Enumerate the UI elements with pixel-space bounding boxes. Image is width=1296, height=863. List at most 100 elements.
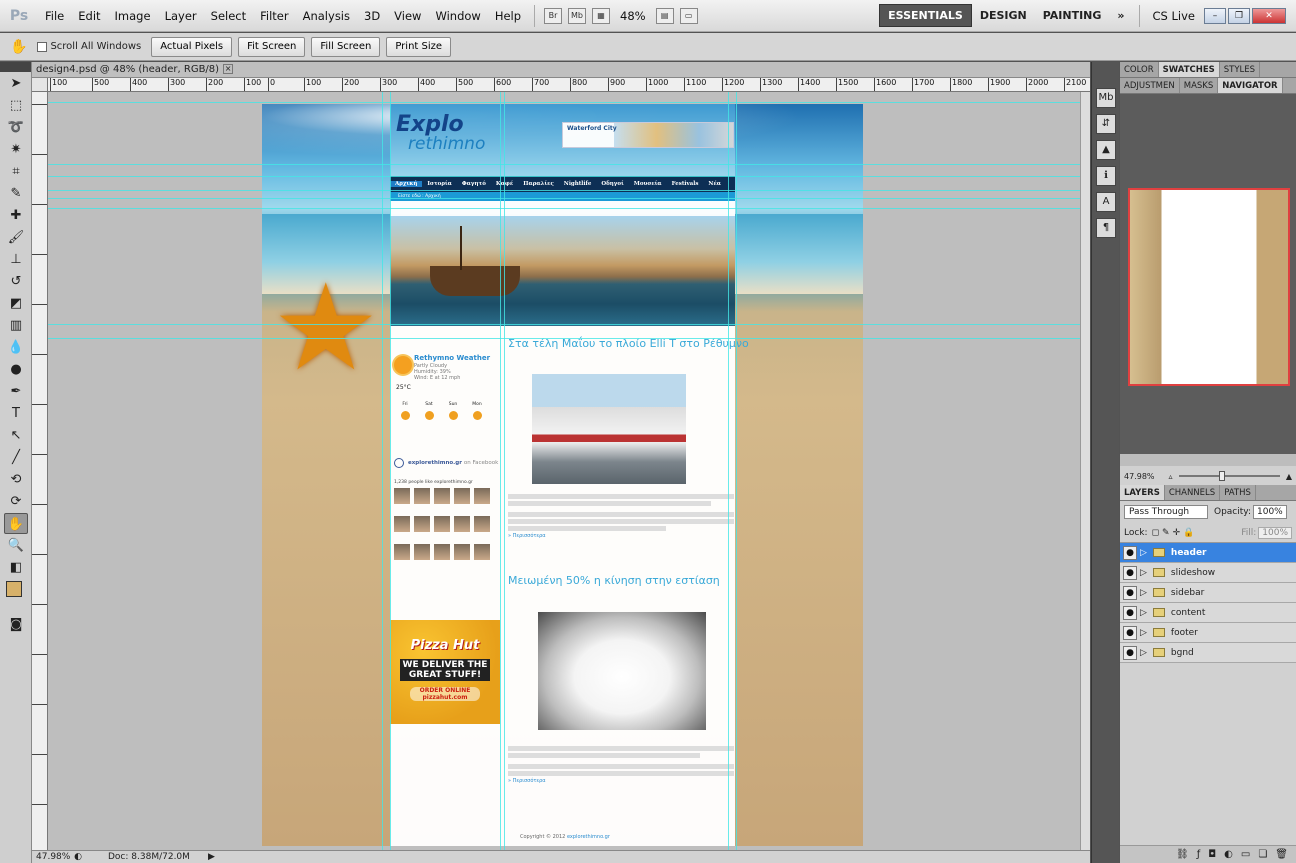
guide-line[interactable] bbox=[48, 190, 1090, 191]
guide-line[interactable] bbox=[390, 92, 391, 850]
clone-stamp-tool-icon[interactable]: ⊥ bbox=[4, 249, 28, 270]
screen-mode-icon[interactable]: ▭ bbox=[679, 7, 698, 24]
visibility-eye-icon[interactable]: ● bbox=[1123, 645, 1137, 660]
expand-arrow-icon[interactable]: ▷ bbox=[1140, 588, 1147, 598]
move-tool-icon[interactable]: ➤ bbox=[4, 73, 28, 94]
layer-row-bgnd[interactable]: ● ▷ bgnd bbox=[1120, 643, 1296, 663]
gradient-tool-icon[interactable]: ▥ bbox=[4, 315, 28, 336]
visibility-eye-icon[interactable]: ● bbox=[1123, 585, 1137, 600]
shape-tool-icon[interactable]: ╱ bbox=[4, 447, 28, 468]
menu-file[interactable]: File bbox=[38, 9, 71, 23]
default-colors-icon[interactable]: ◧ bbox=[4, 557, 28, 578]
document-tab[interactable]: design4.psd @ 48% (header, RGB/8) × bbox=[32, 62, 1090, 78]
guide-line[interactable] bbox=[500, 92, 501, 850]
link-layers-icon[interactable]: ⛓ bbox=[1176, 849, 1189, 860]
tab-styles[interactable]: STYLES bbox=[1220, 62, 1261, 77]
quick-mask-icon[interactable]: ◙ bbox=[4, 614, 28, 635]
workspace-more-button[interactable]: » bbox=[1109, 5, 1132, 26]
guide-line[interactable] bbox=[48, 324, 1090, 325]
vertical-ruler[interactable] bbox=[32, 92, 48, 850]
menu-help[interactable]: Help bbox=[488, 9, 528, 23]
tab-paths[interactable]: PATHS bbox=[1220, 485, 1256, 500]
visibility-eye-icon[interactable]: ● bbox=[1123, 605, 1137, 620]
fill-field[interactable]: 100% bbox=[1258, 526, 1292, 539]
expand-arrow-icon[interactable]: ▷ bbox=[1140, 548, 1147, 558]
tab-layers[interactable]: LAYERS bbox=[1120, 485, 1165, 500]
horizontal-ruler[interactable]: 100 500 400 300 200 100 0 100 200 300 40… bbox=[48, 78, 1090, 92]
quick-select-tool-icon[interactable]: ✷ bbox=[4, 139, 28, 160]
zoom-slider[interactable] bbox=[1178, 471, 1280, 481]
3d-orbit-tool-icon[interactable]: ⟳ bbox=[4, 491, 28, 512]
scroll-all-windows-checkbox[interactable]: Scroll All Windows bbox=[37, 41, 141, 52]
lock-transparent-icon[interactable]: ◻ bbox=[1152, 528, 1159, 538]
guide-line[interactable] bbox=[48, 208, 1090, 209]
lock-all-icon[interactable]: 🔒 bbox=[1183, 528, 1194, 538]
navigator-zoom-value[interactable]: 47.98% bbox=[1124, 472, 1155, 481]
opacity-field[interactable]: 100% bbox=[1253, 505, 1287, 519]
menu-image[interactable]: Image bbox=[108, 9, 158, 23]
layer-row-sidebar[interactable]: ● ▷ sidebar bbox=[1120, 583, 1296, 603]
dodge-tool-icon[interactable]: ● bbox=[4, 359, 28, 380]
adjustment-layer-icon[interactable]: ◐ bbox=[1224, 849, 1233, 860]
layer-row-footer[interactable]: ● ▷ footer bbox=[1120, 623, 1296, 643]
guide-line[interactable] bbox=[382, 92, 383, 850]
menu-filter[interactable]: Filter bbox=[253, 9, 295, 23]
guide-line[interactable] bbox=[728, 92, 729, 850]
menu-layer[interactable]: Layer bbox=[158, 9, 204, 23]
guide-line[interactable] bbox=[736, 92, 737, 850]
tab-channels[interactable]: CHANNELS bbox=[1165, 485, 1221, 500]
expand-arrow-icon[interactable]: ▷ bbox=[1140, 648, 1147, 658]
add-mask-icon[interactable]: ◘ bbox=[1208, 849, 1216, 860]
history-brush-tool-icon[interactable]: ↺ bbox=[4, 271, 28, 292]
tab-color[interactable]: COLOR bbox=[1120, 62, 1159, 77]
new-layer-icon[interactable]: ❏ bbox=[1258, 849, 1267, 860]
menu-edit[interactable]: Edit bbox=[71, 9, 107, 23]
tab-swatches[interactable]: SWATCHES bbox=[1158, 62, 1220, 77]
workspace-design[interactable]: DESIGN bbox=[972, 5, 1035, 26]
zoom-in-icon[interactable]: ▲ bbox=[1286, 472, 1292, 481]
path-select-tool-icon[interactable]: ↖ bbox=[4, 425, 28, 446]
tab-adjustments[interactable]: ADJUSTMEN bbox=[1120, 78, 1180, 93]
workspace-painting[interactable]: PAINTING bbox=[1035, 5, 1110, 26]
blend-mode-select[interactable]: Pass Through bbox=[1124, 505, 1208, 519]
layer-row-header[interactable]: ● ▷ header bbox=[1120, 543, 1296, 563]
close-document-icon[interactable]: × bbox=[223, 64, 234, 74]
eyedropper-tool-icon[interactable]: ✎ bbox=[4, 183, 28, 204]
vertical-scrollbar[interactable] bbox=[1080, 92, 1090, 850]
close-icon[interactable]: ✕ bbox=[1252, 7, 1286, 24]
image-icon[interactable]: ▲ bbox=[1096, 140, 1116, 160]
zoom-slider-handle[interactable] bbox=[1219, 471, 1226, 481]
ruler-origin[interactable] bbox=[32, 78, 48, 92]
menu-3d[interactable]: 3D bbox=[357, 9, 387, 23]
fit-screen-button[interactable]: Fit Screen bbox=[238, 36, 306, 57]
guide-line[interactable] bbox=[504, 92, 505, 850]
status-zoom[interactable]: 47.98% bbox=[32, 851, 70, 863]
print-size-button[interactable]: Print Size bbox=[386, 36, 452, 57]
history-icon[interactable]: ⇵ bbox=[1096, 114, 1116, 134]
new-group-icon[interactable]: ▭ bbox=[1241, 849, 1250, 860]
mini-bridge-icon[interactable]: Mb bbox=[568, 7, 587, 24]
expand-arrow-icon[interactable]: ▷ bbox=[1140, 628, 1147, 638]
color-swatches[interactable] bbox=[0, 579, 31, 613]
guide-line[interactable] bbox=[48, 198, 1090, 199]
lock-image-icon[interactable]: ✎ bbox=[1162, 528, 1170, 538]
character-icon[interactable]: A bbox=[1096, 192, 1116, 212]
info-icon[interactable]: ℹ bbox=[1096, 166, 1116, 186]
menu-window[interactable]: Window bbox=[428, 9, 487, 23]
tab-masks[interactable]: MASKS bbox=[1180, 78, 1219, 93]
hand-tool-icon[interactable]: ✋ bbox=[4, 513, 28, 534]
lock-position-icon[interactable]: ✛ bbox=[1173, 528, 1181, 538]
brush-tool-icon[interactable]: 🖌 bbox=[4, 227, 28, 248]
actual-pixels-button[interactable]: Actual Pixels bbox=[151, 36, 233, 57]
delete-layer-icon[interactable]: 🗑 bbox=[1275, 849, 1288, 860]
foreground-color-swatch[interactable] bbox=[6, 581, 22, 597]
workspace-essentials[interactable]: ESSENTIALS bbox=[879, 4, 972, 27]
crop-tool-icon[interactable]: ⌗ bbox=[4, 161, 28, 182]
visibility-eye-icon[interactable]: ● bbox=[1123, 565, 1137, 580]
type-tool-icon[interactable]: T bbox=[4, 403, 28, 424]
dock-grip[interactable] bbox=[1092, 62, 1119, 82]
hand-tool-icon[interactable]: ✋ bbox=[10, 39, 27, 55]
layer-style-icon[interactable]: ƒ bbox=[1197, 849, 1201, 860]
guide-line[interactable] bbox=[48, 102, 1090, 103]
layer-row-slideshow[interactable]: ● ▷ slideshow bbox=[1120, 563, 1296, 583]
